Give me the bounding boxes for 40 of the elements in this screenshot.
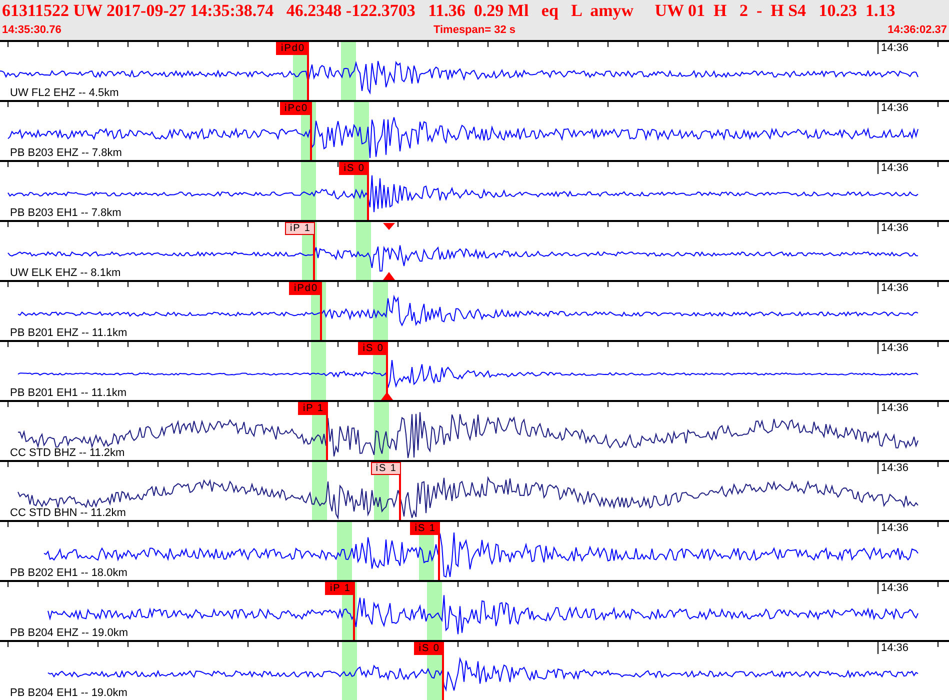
- station-label: CC STD BHN -- 11.2km: [10, 507, 126, 520]
- p-window-band: [312, 462, 327, 520]
- pick-flag[interactable]: iPd0: [276, 42, 309, 55]
- pick-flag[interactable]: iS 0: [358, 342, 388, 355]
- pick-flag[interactable]: iS 0: [414, 642, 444, 655]
- marker-triangle-icon: [383, 272, 395, 280]
- timespan-label: Timespan= 32 s: [433, 23, 516, 38]
- pick-flag[interactable]: iPd0: [288, 282, 322, 295]
- start-time: 14:35:30.76: [2, 23, 62, 38]
- event-summary: 61311522 UW 2017-09-27 14:35:38.74 46.2348 -122.3703 11.36 0.29 Ml eq L amyw UW 01 H 2 - H S4 10.23 1.13: [2, 0, 896, 22]
- station-label: PB B201 EHZ -- 11.1km: [10, 327, 128, 340]
- station-label: PB B203 EH1 -- 7.8km: [10, 207, 122, 220]
- end-time: 14:36:02.37: [888, 23, 947, 38]
- s-window-band: [341, 42, 356, 100]
- p-window-band: [342, 642, 357, 700]
- pick-flag[interactable]: iS 0: [338, 162, 369, 175]
- pick-flag[interactable]: iS 1: [410, 522, 440, 535]
- pick-flag[interactable]: iP 1: [284, 222, 315, 235]
- s-window-band: [354, 102, 369, 160]
- station-label: UW FL2 EHZ -- 4.5km: [10, 87, 119, 100]
- pick-flag[interactable]: iP 1: [298, 402, 328, 415]
- station-label: CC STD BHZ -- 11.2km: [10, 447, 125, 460]
- pick-flag[interactable]: iPc0: [280, 102, 312, 115]
- s-window-band: [373, 282, 388, 340]
- station-label: PB B201 EH1 -- 11.1km: [10, 387, 127, 400]
- p-window-band: [337, 522, 352, 580]
- p-window-band: [311, 342, 326, 400]
- station-label: UW ELK EHZ -- 8.1km: [10, 267, 121, 280]
- station-label: PB B204 EH1 -- 19.0km: [10, 687, 128, 700]
- station-label: PB B204 EHZ -- 19.0km: [10, 627, 128, 640]
- pick-flag[interactable]: iP 1: [324, 582, 355, 595]
- s-window-band: [374, 402, 389, 460]
- s-window-band: [356, 222, 371, 280]
- p-window-band: [301, 162, 316, 220]
- pick-flag[interactable]: iS 1: [370, 462, 401, 475]
- s-window-band: [427, 582, 442, 640]
- station-label: PB B202 EH1 -- 18.0km: [10, 567, 128, 580]
- station-label: PB B203 EHZ -- 7.8km: [10, 147, 122, 160]
- marker-triangle-icon: [383, 223, 395, 230]
- marker-triangle-icon: [381, 392, 393, 400]
